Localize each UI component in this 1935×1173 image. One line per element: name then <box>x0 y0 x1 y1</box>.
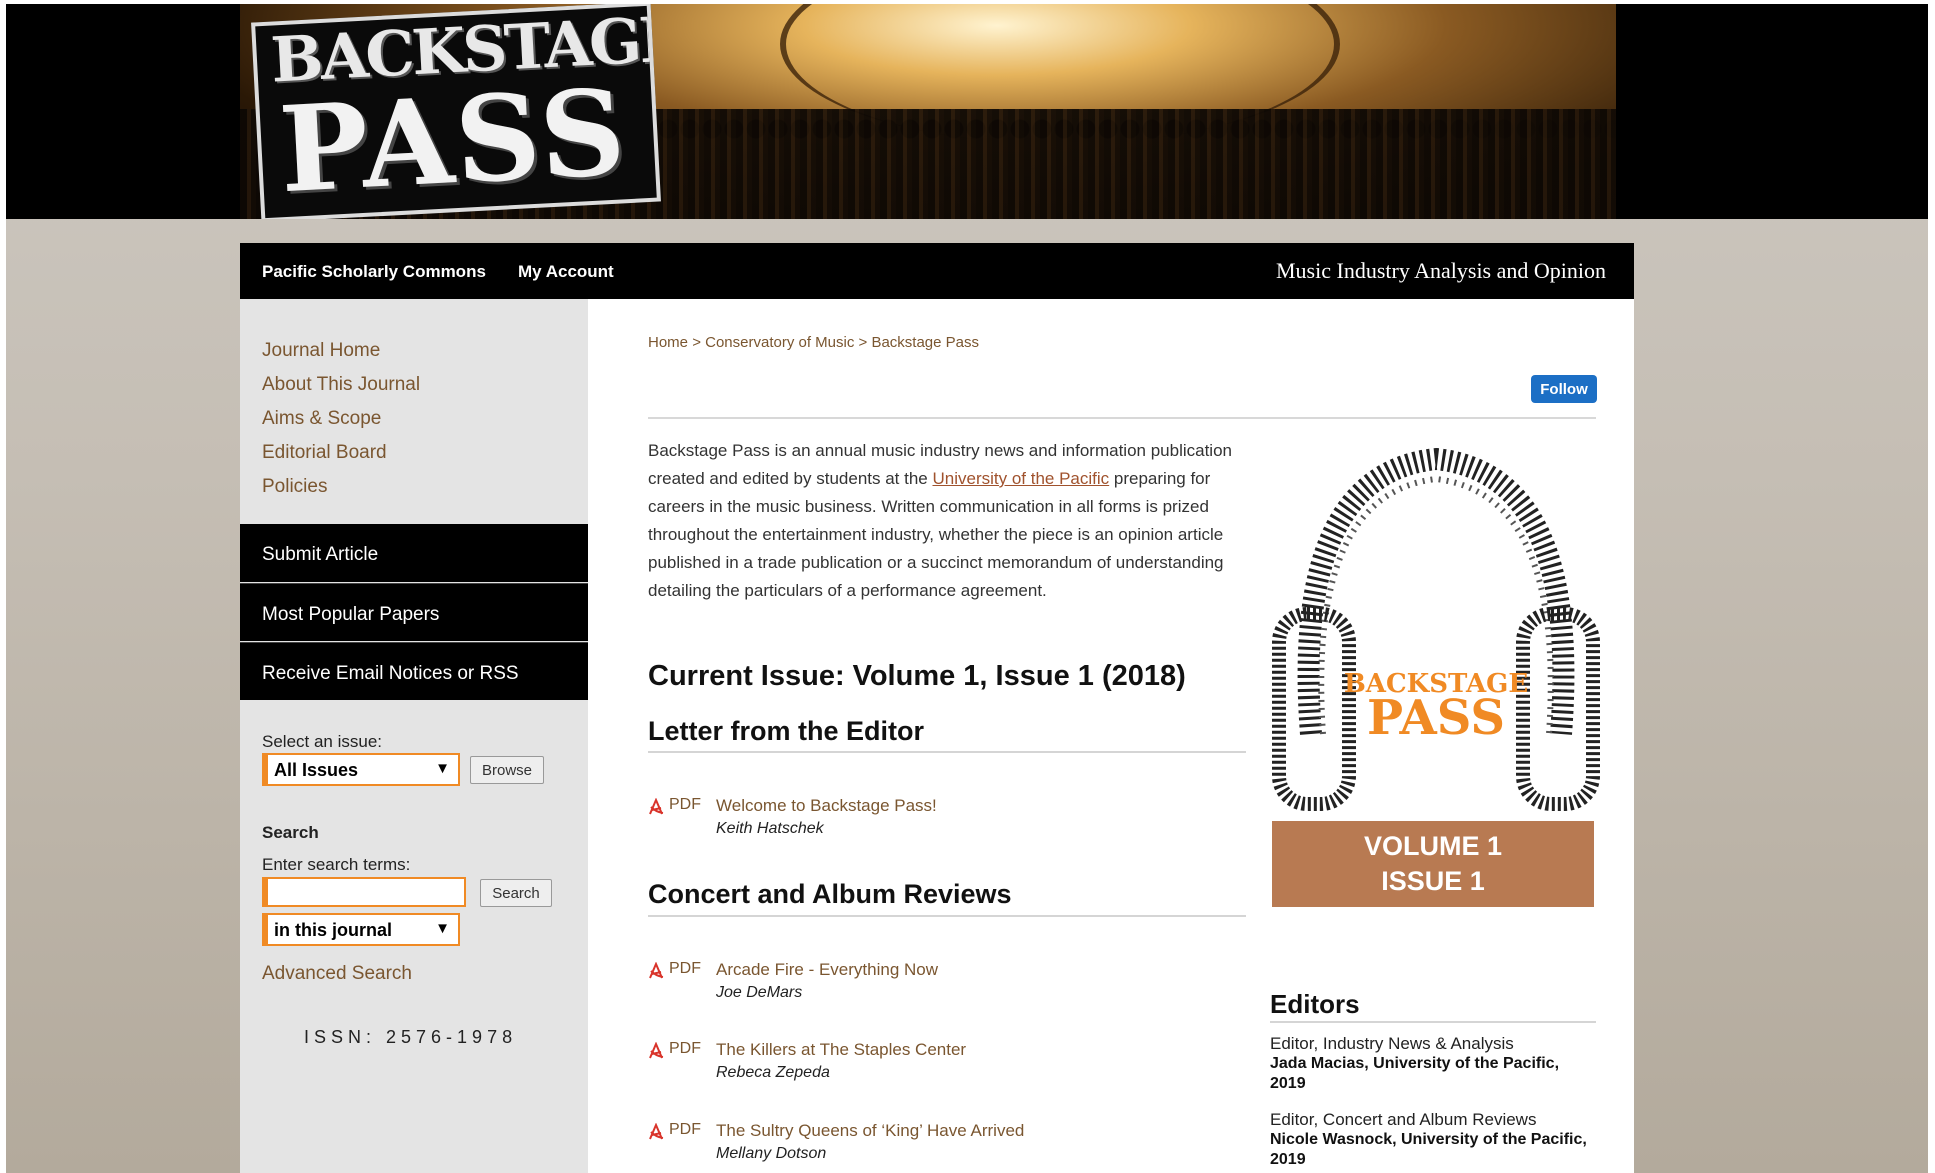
editor-role: Editor, Concert and Album Reviews <box>1270 1110 1537 1129</box>
article-author: Keith Hatschek <box>716 820 824 837</box>
breadcrumb-backstage-pass[interactable]: Backstage Pass <box>871 334 979 351</box>
article-author: Mellany Dotson <box>716 1145 827 1162</box>
pdf-link[interactable]: PDF <box>669 960 701 978</box>
editor-name: Jada Macias, University of the Pacific, … <box>1270 1055 1560 1092</box>
sidebar-link-policies[interactable]: Policies <box>262 476 327 498</box>
editors-divider <box>1270 1021 1596 1023</box>
email-notices-rss-button[interactable]: Receive Email Notices or RSS <box>240 642 588 700</box>
article-title-link[interactable]: Arcade Fire - Everything Now <box>716 960 938 980</box>
select-issue-label: Select an issue: <box>262 732 383 751</box>
cover-volume: VOLUME 1 <box>1363 831 1503 861</box>
journal-description: Backstage Pass is an annual music indust… <box>648 437 1248 605</box>
editors-heading: Editors <box>1270 989 1360 1019</box>
article-author: Rebeca Zepeda <box>716 1064 830 1081</box>
browse-button[interactable]: Browse <box>470 756 544 784</box>
sidebar-link-aims-scope[interactable]: Aims & Scope <box>262 408 381 430</box>
breadcrumb: Home > Conservatory of Music > Backstage… <box>648 334 979 351</box>
issn-text: ISSN: 2576-1978 <box>304 1027 518 1047</box>
article-title-link[interactable]: The Sultry Queens of ‘King’ Have Arrived <box>716 1121 1024 1141</box>
pdf-icon <box>649 1123 664 1140</box>
issue-select[interactable]: All Issues ▼ <box>262 753 460 786</box>
article-item: PDF The Sultry Queens of ‘King’ Have Arr… <box>648 1121 1248 1169</box>
breadcrumb-conservatory[interactable]: Conservatory of Music <box>705 334 854 351</box>
editor-role: Editor, Industry News & Analysis <box>1270 1034 1514 1053</box>
article-author: Joe DeMars <box>716 984 803 1001</box>
search-scope-select[interactable]: in this journal ▼ <box>262 913 460 946</box>
most-popular-papers-button[interactable]: Most Popular Papers <box>240 583 588 641</box>
search-button[interactable]: Search <box>480 879 552 907</box>
logo-line-2: PASS <box>276 62 631 219</box>
current-issue-heading: Current Issue: Volume 1, Issue 1 (2018) <box>648 660 1186 692</box>
breadcrumb-separator: > <box>692 334 701 351</box>
divider <box>648 417 1596 419</box>
dropdown-arrow-icon: ▼ <box>435 760 450 777</box>
follow-button[interactable]: Follow <box>1531 375 1597 403</box>
sidebar-link-editorial-board[interactable]: Editorial Board <box>262 442 387 464</box>
nav-my-account[interactable]: My Account <box>518 262 614 282</box>
search-input[interactable] <box>262 877 466 907</box>
journal-tagline: Music Industry Analysis and Opinion <box>1276 258 1606 283</box>
breadcrumb-separator: > <box>858 334 868 351</box>
search-scope-value: in this journal <box>274 920 393 940</box>
breadcrumb-home[interactable]: Home <box>648 334 688 351</box>
submit-article-button[interactable]: Submit Article <box>240 524 588 582</box>
article-title-link[interactable]: The Killers at The Staples Center <box>716 1040 966 1060</box>
sidebar: Journal Home About This Journal Aims & S… <box>240 299 588 1173</box>
issue-select-value: All Issues <box>274 760 359 780</box>
nav-pacific-scholarly-commons[interactable]: Pacific Scholarly Commons <box>262 262 486 282</box>
sidebar-link-about[interactable]: About This Journal <box>262 374 420 396</box>
section-heading-reviews: Concert and Album Reviews <box>648 879 1012 909</box>
section-divider <box>648 915 1246 917</box>
volume-issue-box: VOLUME 1 ISSUE 1 <box>1272 821 1594 907</box>
search-terms-label: Enter search terms: <box>262 855 411 874</box>
section-divider <box>648 751 1246 753</box>
sidebar-link-journal-home[interactable]: Journal Home <box>262 340 380 362</box>
dropdown-arrow-icon: ▼ <box>435 920 450 937</box>
advanced-search-link[interactable]: Advanced Search <box>262 963 412 985</box>
pdf-link[interactable]: PDF <box>669 1040 701 1058</box>
cover-issue: ISSUE 1 <box>1381 866 1485 896</box>
article-item: PDF The Killers at The Staples Center Re… <box>648 1040 1248 1088</box>
search-heading: Search <box>262 823 319 842</box>
pdf-link[interactable]: PDF <box>669 1121 701 1139</box>
pdf-icon <box>649 962 664 979</box>
university-link[interactable]: University of the Pacific <box>932 469 1109 488</box>
page-frame: BACKSTAGE PASS Pacific Scholarly Commons… <box>6 4 1928 1173</box>
section-heading-letter: Letter from the Editor <box>648 716 925 746</box>
editor-name: Nicole Wasnock, University of the Pacifi… <box>1270 1131 1587 1168</box>
pdf-icon <box>649 1042 664 1059</box>
article-title-link[interactable]: Welcome to Backstage Pass! <box>716 796 937 816</box>
article-item: PDF Welcome to Backstage Pass! Keith Hat… <box>648 796 1248 844</box>
main-content: Home > Conservatory of Music > Backstage… <box>588 299 1634 1173</box>
article-item: PDF Arcade Fire - Everything Now Joe DeM… <box>648 960 1248 1008</box>
description-text-2: preparing for careers in the music busin… <box>648 469 1224 600</box>
journal-banner[interactable]: BACKSTAGE PASS <box>6 4 1928 219</box>
cover-logo-line-2: PASS <box>1367 690 1505 746</box>
pdf-link[interactable]: PDF <box>669 796 701 814</box>
top-navigation: Pacific Scholarly Commons My Account Mus… <box>240 243 1634 299</box>
pdf-icon <box>649 798 664 815</box>
backstage-pass-logo[interactable]: BACKSTAGE PASS <box>251 4 661 219</box>
